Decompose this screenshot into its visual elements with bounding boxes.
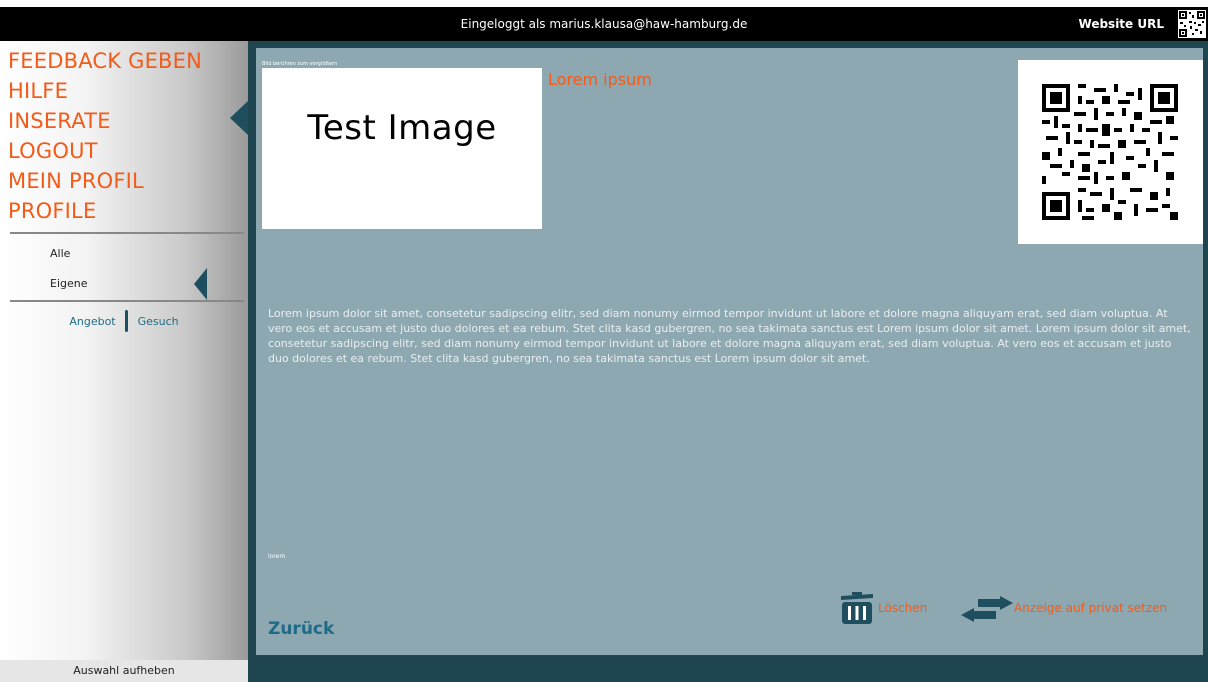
login-status: Eingeloggt als marius.klausa@haw-hamburg… [460,17,748,31]
filter-item-alle[interactable]: Alle [50,247,70,260]
website-url-label[interactable]: Website URL [1079,7,1164,41]
type-switch: Angebot Gesuch [0,310,248,332]
menu-item-profile[interactable]: PROFILE [8,196,202,226]
menu-item-mein-profil[interactable]: MEIN PROFIL [8,166,202,196]
menu-item-feedback[interactable]: FEEDBACK GEBEN [8,46,202,76]
top-bar: Eingeloggt als marius.klausa@haw-hamburg… [0,7,1208,41]
menu-item-inserate[interactable]: INSERATE [8,106,202,136]
ad-description: Lorem ipsum dolor sit amet, consetetur s… [268,307,1191,365]
menu-item-hilfe[interactable]: HILFE [8,76,202,106]
main-menu: FEEDBACK GEBEN HILFE INSERATE LOGOUT MEI… [8,46,202,226]
delete-button[interactable]: Löschen [878,601,927,615]
image-hint: Bild berühren zum vergrößern [262,61,338,67]
ad-image[interactable]: Test Image [262,68,542,229]
back-button[interactable]: Zurück [268,619,334,639]
ad-qr-code [1018,60,1203,244]
filter-item-eigene[interactable]: Eigene [50,277,88,290]
qr-code-icon [1042,84,1178,220]
ad-footnote: lorem [268,553,286,560]
menu-divider [10,232,244,234]
menu-item-logout[interactable]: LOGOUT [8,136,202,166]
type-separator [125,310,129,332]
active-menu-indicator-icon [230,101,248,135]
trash-icon[interactable] [838,592,876,624]
type-angebot[interactable]: Angebot [69,315,115,328]
deselect-button[interactable]: Auswahl aufheben [0,660,248,682]
ad-title: Lorem ipsum [548,70,652,89]
set-private-button[interactable]: Anzeige auf privat setzen [1014,601,1167,615]
type-gesuch[interactable]: Gesuch [138,315,179,328]
filter-divider [10,300,244,302]
qr-code-icon[interactable] [1178,10,1206,38]
sidebar: FEEDBACK GEBEN HILFE INSERATE LOGOUT MEI… [0,41,248,682]
active-filter-indicator-icon [194,268,207,300]
ad-image-text: Test Image [307,108,497,148]
swap-arrows-icon[interactable] [960,596,1014,622]
